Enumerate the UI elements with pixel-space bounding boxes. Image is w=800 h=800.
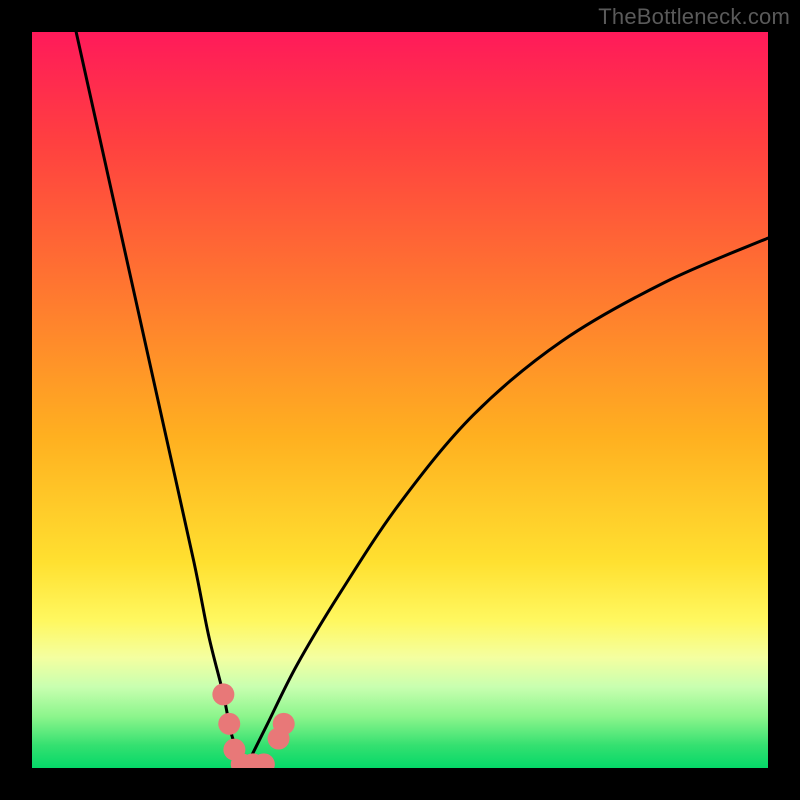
marker-dot <box>218 713 240 735</box>
bottleneck-curve-path <box>76 32 768 768</box>
marker-dot <box>212 683 234 705</box>
curve-group <box>76 32 768 768</box>
chart-plot-area <box>32 32 768 768</box>
watermark-text: TheBottleneck.com <box>598 4 790 30</box>
bottleneck-curve-svg <box>32 32 768 768</box>
marker-dot <box>273 713 295 735</box>
